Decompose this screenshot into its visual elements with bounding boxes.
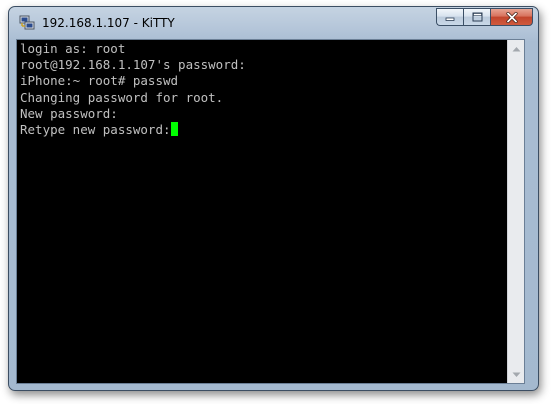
close-icon (505, 11, 518, 23)
vertical-scrollbar[interactable] (507, 40, 524, 383)
terminal-line: login as: root (20, 41, 126, 56)
minimize-button[interactable] (436, 8, 463, 26)
terminal-cursor (170, 121, 178, 136)
caption-buttons (436, 8, 533, 27)
maximize-button[interactable] (463, 8, 490, 26)
close-button[interactable] (490, 8, 533, 26)
chevron-down-icon (512, 372, 520, 377)
title-bar[interactable]: 192.168.1.107 - KiTTY (9, 7, 538, 39)
terminal-line: iPhone:~ root# passwd (20, 73, 179, 89)
kitty-window: 192.168.1.107 - KiTTY login as: root roo… (8, 6, 539, 391)
terminal-line: New password: (20, 105, 118, 121)
terminal-prompt-line: Retype new password: (20, 121, 246, 138)
maximize-icon (472, 12, 482, 22)
putty-computers-icon[interactable] (19, 15, 35, 31)
terminal-screen[interactable]: login as: root root@192.168.1.107's passw… (16, 39, 525, 384)
scroll-down-button[interactable] (508, 366, 524, 383)
chevron-up-icon (512, 46, 520, 51)
terminal-line: Changing password for root. (20, 89, 224, 105)
scroll-up-button[interactable] (508, 40, 524, 57)
minimize-icon (445, 17, 455, 21)
terminal-output: login as: root root@192.168.1.107's passw… (20, 41, 246, 138)
terminal-line: Retype new password: (20, 121, 171, 137)
window-title: 192.168.1.107 - KiTTY (42, 16, 175, 30)
terminal-line: root@192.168.1.107's password: (20, 57, 246, 73)
